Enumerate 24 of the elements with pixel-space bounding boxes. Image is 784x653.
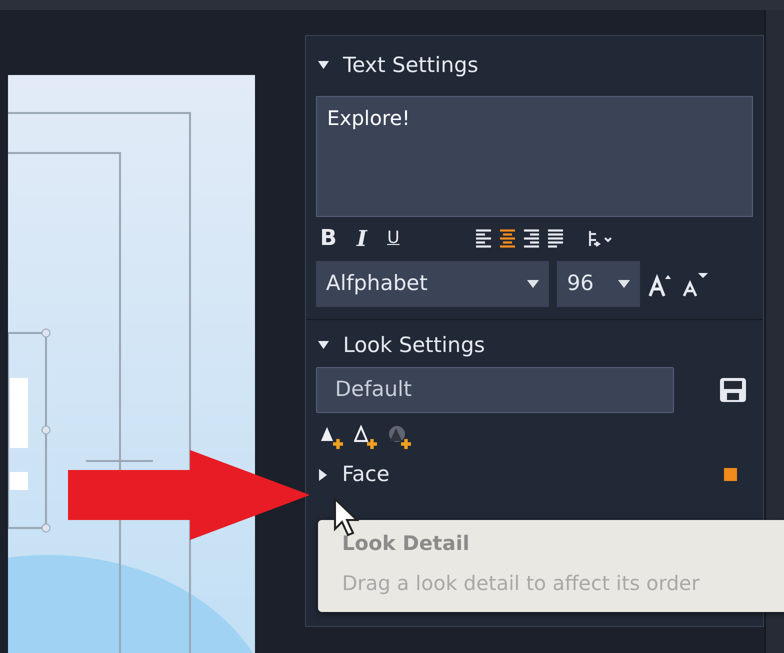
align-right-icon[interactable] (524, 229, 540, 248)
add-shadow-icon[interactable] (388, 425, 414, 451)
align-center-icon[interactable] (500, 229, 516, 248)
font-dropdown[interactable]: Alfphabet (316, 260, 549, 306)
pointing-arrow-icon (68, 450, 310, 540)
bold-button[interactable]: B (318, 228, 339, 250)
text-input-field[interactable]: Explore! (316, 96, 753, 216)
align-justify-icon[interactable] (548, 229, 564, 248)
section-title: Text Settings (343, 52, 478, 79)
save-icon[interactable] (719, 377, 747, 403)
italic-button[interactable]: I (354, 228, 370, 250)
dropdown-caret-icon[interactable] (527, 280, 539, 288)
dropdown-caret-icon[interactable] (618, 280, 630, 288)
underline-button[interactable]: U (385, 228, 402, 250)
tooltip-title: Look Detail (342, 530, 470, 557)
look-detail-label[interactable]: Face (342, 459, 390, 490)
color-swatch[interactable] (724, 468, 737, 482)
add-outline-icon[interactable] (354, 425, 380, 451)
look-preset-field[interactable]: Default (316, 367, 674, 413)
font-size-dropdown[interactable]: 96 (557, 260, 640, 306)
align-left-icon[interactable] (476, 229, 492, 248)
tooltip-text: Drag a look detail to affect its order (342, 570, 701, 597)
section-title: Look Settings (343, 332, 485, 358)
add-face-icon[interactable] (320, 425, 346, 451)
